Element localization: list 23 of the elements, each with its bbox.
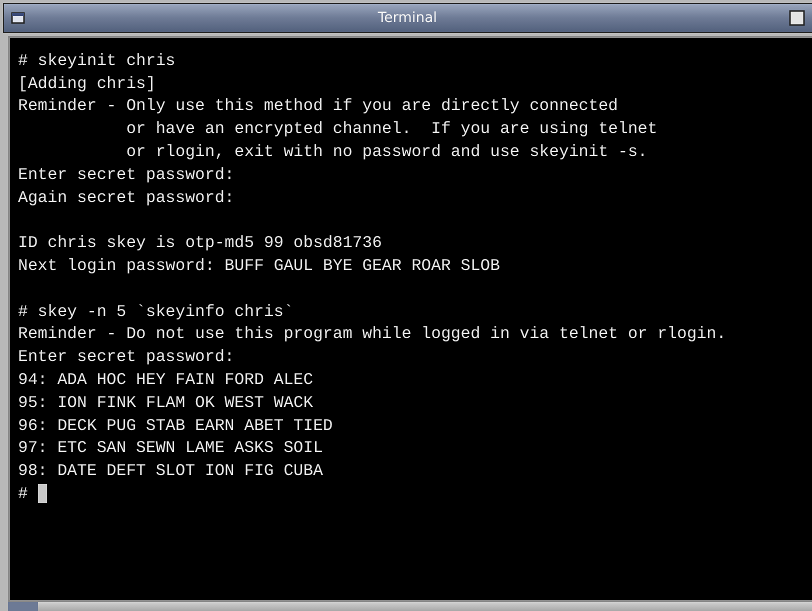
- terminal-line: # skey -n 5 `skeyinfo chris`: [18, 302, 294, 321]
- maximize-icon[interactable]: [789, 10, 805, 26]
- terminal-line: 95: ION FINK FLAM OK WEST WACK: [18, 392, 314, 412]
- terminal-line: Enter secret password:: [18, 164, 234, 184]
- terminal-line: Next login password: BUFF GAUL BYE GEAR ROAR SLOB: [18, 256, 500, 276]
- terminal-line: Reminder - Do not use this program while logged in via telnet or rlogin.: [18, 324, 726, 344]
- terminal-line: 94: ADA HOC HEY FAIN FORD ALEC: [18, 370, 314, 390]
- terminal-line: # skeyinit chris: [18, 50, 176, 70]
- text-cursor: [38, 484, 47, 504]
- terminal-line: ID chris skey is otp-md5 99 obsd81736: [18, 233, 382, 252]
- terminal-line: or rlogin, exit with no password and use skeyinit -s.: [125, 142, 648, 162]
- terminal-line: Again secret password:: [18, 188, 234, 207]
- window-title: Terminal: [376, 10, 438, 26]
- window-menu-icon[interactable]: [10, 10, 26, 26]
- terminal-line: 96: DECK PUG STAB EARN ABET TIED: [18, 416, 333, 435]
- terminal-line: Enter secret password:: [18, 347, 234, 366]
- terminal-line: [Adding chris]: [18, 74, 156, 93]
- terminal-line: or have an encrypted channel. If you are using telnet: [125, 119, 658, 138]
- shell-prompt: #: [18, 484, 28, 504]
- terminal-line: 98: DATE DEFT SLOT ION FIG CUBA: [18, 461, 323, 480]
- terminal-area[interactable]: [8, 36, 812, 602]
- terminal-line: Reminder - Only use this method if you are directly connected: [18, 96, 618, 116]
- terminal-line: 97: ETC SAN SEWN LAME ASKS SOIL: [18, 438, 323, 458]
